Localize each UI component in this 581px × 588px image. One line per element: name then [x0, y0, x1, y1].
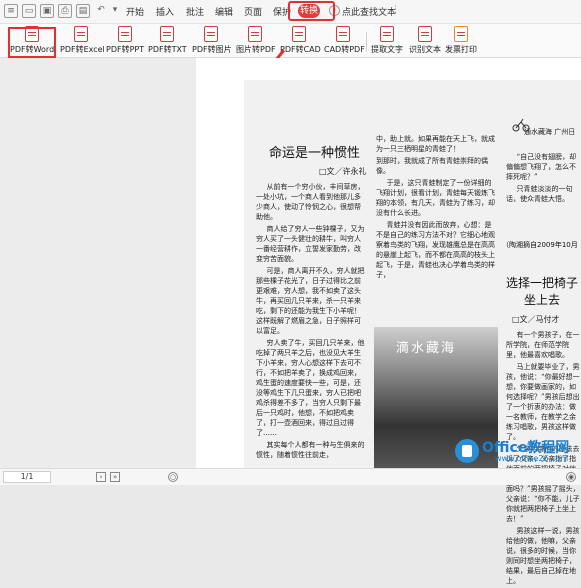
pdf-to-cad-label: PDF转CAD: [280, 45, 321, 54]
paragraph: 男孩这样一说，男孩给他的做，他嘛，父亲说，很多的时候，当你则同时想坐两把椅子，结…: [506, 527, 580, 585]
illustration-title: 滴水藏海: [396, 341, 457, 356]
left-pane: [0, 58, 196, 468]
pdf-to-txt-button[interactable]: PDF转TXT: [148, 24, 187, 58]
article-title-left: 命运是一种惯性: [269, 146, 361, 161]
tab-insert[interactable]: 插入: [156, 5, 174, 18]
column-header: 通水藏海 广州日: [524, 127, 575, 137]
paragraph: 可是，商人离开不久，穷人就把那些棵子花光了，日子过得比之前更艰难，穷人想，我不如…: [256, 267, 365, 335]
view-mode-icon[interactable]: ○: [168, 472, 178, 482]
pdf-to-ppt-icon: [118, 26, 132, 42]
paragraph: 其实每个人都有一种与生俱来的惯性，随着惯性往前走，: [256, 441, 365, 459]
image-to-pdf-icon: [248, 26, 262, 42]
paragraph: 到那时，我就成了所有青蛙崇拜的偶像。: [376, 157, 488, 175]
office-logo-icon: [455, 439, 479, 463]
recognize-text-label: 识别文本: [409, 45, 441, 54]
paragraph: 于是，这只青蛙制定了一份详细的飞翔计划，很看计划，青蛙每天锻炼飞翔的本领，有几天…: [376, 179, 495, 217]
pdf-to-image-label: PDF转图片: [192, 45, 232, 54]
preview-icon[interactable]: ▤: [76, 4, 90, 18]
invoice-print-icon: [454, 26, 468, 42]
recognize-text-icon: [418, 26, 432, 42]
eye-icon[interactable]: ◉: [566, 472, 576, 482]
cad-to-pdf-icon: [336, 26, 350, 42]
pdf-to-cad-button[interactable]: PDF转CAD: [280, 24, 321, 58]
undo-icon[interactable]: ↶: [94, 4, 108, 18]
paragraph: 从前有一个穷小伙，丰间草房，一处小坑，一个商人看到他那儿多少商人，使动了怜悯之心…: [256, 183, 365, 221]
pdf-to-txt-label: PDF转TXT: [148, 45, 187, 54]
watermark: Office教程网 www.office26.com: [455, 437, 577, 465]
invoice-print-label: 发票打印: [445, 45, 477, 54]
paragraph: 中，助上就。如果再能在天上飞，就成为一只三栖明星的青蛙了！: [376, 135, 495, 153]
right-text-column: “自己没有翅膀，却偏偏想飞翔了，怎么不摔死呢？” 只青蛙淡淡的一句话，使众青蛙大…: [506, 152, 581, 206]
pdf-to-excel-button[interactable]: PDF转Excel: [60, 24, 105, 58]
convert-tab-highlight: [288, 1, 335, 21]
convert-ribbon: PDF转Word PDF转Excel PDF转PPT PDF转TXT PDF转图…: [0, 24, 581, 58]
tab-home[interactable]: 开始: [126, 5, 144, 18]
column-header-sub: 广州日: [554, 128, 576, 136]
page-indicator[interactable]: 1/1: [3, 471, 51, 483]
tab-edit[interactable]: 编辑: [215, 5, 233, 18]
paragraph: 青蛙并没有因此而放弃，心想：是不是自己的练习方法不对？它细心地观察着鸟类的飞翔，…: [376, 221, 495, 279]
middle-text-column: 中，助上就。如果再能在天上飞，就成为一只三栖明星的青蛙了！ 到那时，我就成了所有…: [376, 134, 496, 282]
pdf-to-word-highlight: [8, 27, 56, 58]
paragraph: 马上就要毕业了，男孩，他说：“你最好想一想，你要做画家的，如何选择呢？”男孩后想…: [506, 363, 580, 441]
pdf-to-cad-icon: [292, 26, 306, 42]
document-page[interactable]: 命运是一种惯性 □文／许永礼 从前有一个穷小伙，丰间草房，一处小坑，一个商人看到…: [196, 58, 581, 585]
scanned-image: 命运是一种惯性 □文／许永礼 从前有一个穷小伙，丰间草房，一处小坑，一个商人看到…: [244, 80, 581, 585]
search-text-button[interactable]: 点此查找文本: [342, 5, 396, 18]
pdf-to-ppt-label: PDF转PPT: [106, 45, 145, 54]
pdf-to-txt-icon: [160, 26, 174, 42]
tab-page[interactable]: 页面: [244, 5, 262, 18]
pdf-to-image-icon: [204, 26, 218, 42]
paragraph: “自己没有翅膀，却偏偏想飞翔了，怎么不摔死呢？”: [506, 153, 577, 181]
pdf-to-image-button[interactable]: PDF转图片: [192, 24, 232, 58]
pdf-to-excel-icon: [74, 26, 88, 42]
print-icon[interactable]: ⎙: [58, 4, 72, 18]
paragraph: 有一个男孩子，在一所学院，在师范学院里，他最喜欢唱歌。: [506, 331, 580, 359]
paragraph: 只青蛙淡淡的一句话，使众青蛙大悟。: [506, 185, 573, 203]
extract-text-label: 提取文字: [371, 45, 403, 54]
watermark-url: www.office26.com: [495, 454, 569, 463]
article-author-left: □文／许永礼: [319, 167, 367, 176]
left-text-column: 从前有一个穷小伙，丰间草房，一处小坑，一个商人看到他那儿多少商人，使动了怜悯之心…: [256, 182, 366, 462]
paragraph: 商人给了穷人一些钟棵子，又为穷人买了一头健壮的耕牛，叫穷人一番经营耕作，立誓发家…: [256, 225, 365, 263]
extract-text-icon: [380, 26, 394, 42]
recognize-text-button[interactable]: 识别文本: [408, 24, 442, 58]
status-bar: 1/1 › » ○ ◉: [0, 468, 581, 485]
invoice-print-button[interactable]: 发票打印: [444, 24, 478, 58]
image-to-pdf-label: 图片转PDF: [236, 45, 276, 54]
article-title-right: 选择一把椅子坐上去: [505, 276, 578, 307]
tab-comment[interactable]: 批注: [186, 5, 204, 18]
more-icon[interactable]: ▾: [108, 4, 122, 18]
cad-to-pdf-button[interactable]: CAD转PDF: [324, 24, 365, 58]
article-author-right: □文／马付才: [512, 315, 560, 324]
source-note: （陶湘摘自2009年10月: [502, 241, 578, 249]
save-icon[interactable]: ▣: [40, 4, 54, 18]
column-header-title: 通水藏海: [524, 128, 552, 136]
pdf-to-excel-label: PDF转Excel: [60, 45, 105, 54]
folder-icon[interactable]: ▭: [22, 4, 36, 18]
menu-more-icon[interactable]: ⋮: [391, 5, 400, 15]
extract-text-button[interactable]: 提取文字: [370, 24, 404, 58]
cad-to-pdf-label: CAD转PDF: [324, 45, 365, 54]
last-page-icon[interactable]: »: [110, 472, 120, 482]
image-to-pdf-button[interactable]: 图片转PDF: [236, 24, 276, 58]
file-open-icon[interactable]: ≡: [4, 4, 18, 18]
paragraph: 穷人卖了牛，买回几只羊来，他吃掉了两只羊之后，也没见大羊生下小羊来，穷人心想这样…: [256, 339, 365, 437]
next-page-icon[interactable]: ›: [96, 472, 106, 482]
pdf-to-ppt-button[interactable]: PDF转PPT: [106, 24, 144, 58]
